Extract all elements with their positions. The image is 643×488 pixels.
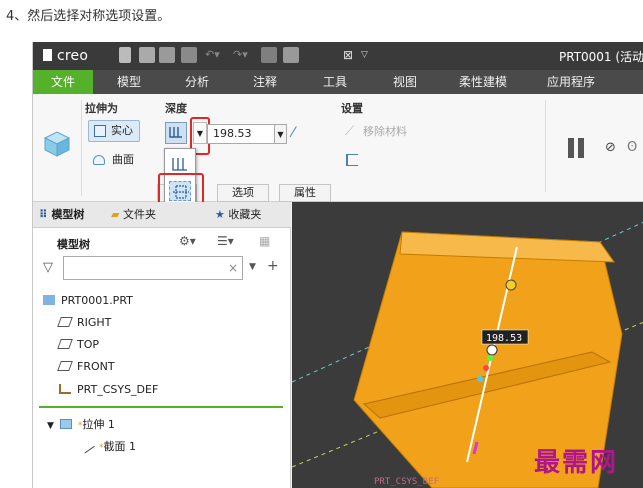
datum-plane-icon <box>57 317 73 327</box>
pause-icon-left[interactable] <box>568 138 574 158</box>
part-icon <box>43 295 55 305</box>
insert-indicator <box>39 406 283 408</box>
menu-file[interactable]: 文件 <box>33 70 93 94</box>
menu-analysis[interactable]: 分析 <box>171 70 223 94</box>
tree-item-front[interactable]: FRONT <box>57 360 115 374</box>
undo-icon[interactable]: ↶▾ <box>205 47 221 63</box>
redo-icon[interactable]: ↷▾ <box>233 47 249 63</box>
solid-label: 实心 <box>111 124 133 137</box>
solid-button[interactable]: 实心 <box>88 120 140 142</box>
menu-bar: 文件 模型 分析 注释 工具 视图 柔性建模 应用程序 <box>33 70 643 94</box>
tree-item-section[interactable]: *截面 1 <box>79 438 136 455</box>
csys-icon <box>59 384 71 394</box>
filter-icon[interactable]: ▽ <box>43 260 53 275</box>
windows-icon[interactable] <box>283 47 299 63</box>
tree-item-csys[interactable]: PRT_CSYS_DEF <box>59 383 158 397</box>
depth-value-dropdown[interactable]: ▼ <box>275 124 287 144</box>
datum-plane-icon <box>57 339 73 349</box>
settings-label: 设置 <box>341 102 363 115</box>
tree-settings-icon[interactable]: ⚙▾ <box>179 234 196 248</box>
tree-item-top[interactable]: TOP <box>57 338 99 352</box>
watermark: 最需网 <box>534 448 619 478</box>
no-preview-icon[interactable]: ⊘ <box>605 140 616 155</box>
expand-icon[interactable]: ▼ <box>47 421 54 431</box>
dimension-label[interactable]: 198.53 <box>486 333 522 344</box>
blind-depth-button[interactable] <box>165 122 187 144</box>
depth-value-input[interactable]: 198.53 <box>207 124 275 144</box>
search-input[interactable]: × <box>63 256 243 280</box>
tab-options[interactable]: 选项 <box>217 184 269 202</box>
drag-handle[interactable] <box>505 279 517 291</box>
creo-logo: creo <box>43 48 88 64</box>
extrude-ribbon: 拉伸为 实心 曲面 深度 <box>33 94 643 202</box>
tree-item-extrude[interactable]: ▼ *拉伸 1 <box>47 418 115 433</box>
tab-favorites[interactable]: ★ 收藏夹 <box>215 205 261 225</box>
close-window-icon[interactable]: ⊠ <box>340 47 356 63</box>
save-icon[interactable] <box>181 47 197 63</box>
menu-tools[interactable]: 工具 <box>309 70 361 94</box>
menu-applications[interactable]: 应用程序 <box>533 70 609 94</box>
blind-icon <box>169 127 182 138</box>
menu-annotate[interactable]: 注释 <box>239 70 291 94</box>
tab-model-tree[interactable]: ⠿ 模型树 <box>39 205 84 225</box>
title-bar: creo ↶▾ ↷▾ ⊠ ▽ PRT0001 (活动 <box>33 42 643 70</box>
window-title: PRT0001 (活动 <box>559 50 643 64</box>
solid-icon <box>94 125 106 137</box>
chevron-down-icon[interactable]: ▽ <box>361 47 377 63</box>
tree-header: 模型树 <box>57 238 90 251</box>
tree-item-part[interactable]: PRT0001.PRT <box>43 294 133 308</box>
surface-button[interactable]: 曲面 <box>90 150 142 170</box>
model-tree-panel: ⠿ 模型树 ▰ 文件夹 ★ 收藏夹 模型树 ⚙▾ ☰▾ ▦ ▽ × ▼ + PR… <box>33 202 291 488</box>
extrude-feature-icon <box>43 131 71 157</box>
regenerate-icon[interactable] <box>261 47 277 63</box>
menu-view[interactable]: 视图 <box>379 70 431 94</box>
columns-icon[interactable]: ▦ <box>259 234 270 248</box>
surface-label: 曲面 <box>112 153 134 166</box>
flip-direction-icon[interactable]: ⁄ <box>292 124 310 142</box>
datum-plane-icon <box>57 361 73 371</box>
menu-flexible-modeling[interactable]: 柔性建模 <box>447 70 519 94</box>
pause-icon-right[interactable] <box>578 138 584 158</box>
extrude-as-label: 拉伸为 <box>85 102 118 115</box>
extrude-icon <box>59 419 72 429</box>
remove-material-button[interactable]: ⟋ 移除材料 <box>345 122 407 142</box>
creo-window: creo ↶▾ ↷▾ ⊠ ▽ PRT0001 (活动 文件 模型 分析 注释 工… <box>32 42 643 488</box>
remove-material-icon: ⟋ <box>345 124 355 139</box>
preview-icon[interactable]: ʘ <box>627 140 637 155</box>
tab-properties[interactable]: 属性 <box>279 184 331 202</box>
search-dropdown[interactable]: ▼ <box>249 262 256 272</box>
sketch-icon <box>79 438 95 454</box>
add-filter-icon[interactable]: + <box>267 258 279 274</box>
blind-option[interactable] <box>169 155 191 175</box>
csys-label: PRT_CSYS_DEF <box>374 477 439 487</box>
surface-icon <box>93 155 105 165</box>
tree-item-right[interactable]: RIGHT <box>57 316 111 330</box>
screenshot: 4、然后选择对称选项设置。 creo ↶▾ ↷▾ ⊠ ▽ PRT0001 (活动… <box>0 0 643 488</box>
clear-icon[interactable]: × <box>228 261 238 275</box>
depth-handle[interactable] <box>486 344 498 356</box>
tab-folder-browser[interactable]: ▰ 文件夹 <box>111 205 156 225</box>
depth-label: 深度 <box>165 102 187 115</box>
open-icon[interactable] <box>139 47 155 63</box>
folder-icon[interactable] <box>159 47 175 63</box>
thicken-icon[interactable] <box>346 154 358 166</box>
blind-option-icon <box>172 158 187 171</box>
menu-model[interactable]: 模型 <box>103 70 155 94</box>
instruction-caption: 4、然后选择对称选项设置。 <box>6 9 171 24</box>
show-icon[interactable]: ☰▾ <box>217 234 234 248</box>
new-file-icon[interactable] <box>119 47 131 63</box>
remove-material-label: 移除材料 <box>363 125 407 138</box>
panel-tabs: ⠿ 模型树 ▰ 文件夹 ★ 收藏夹 <box>33 202 291 228</box>
